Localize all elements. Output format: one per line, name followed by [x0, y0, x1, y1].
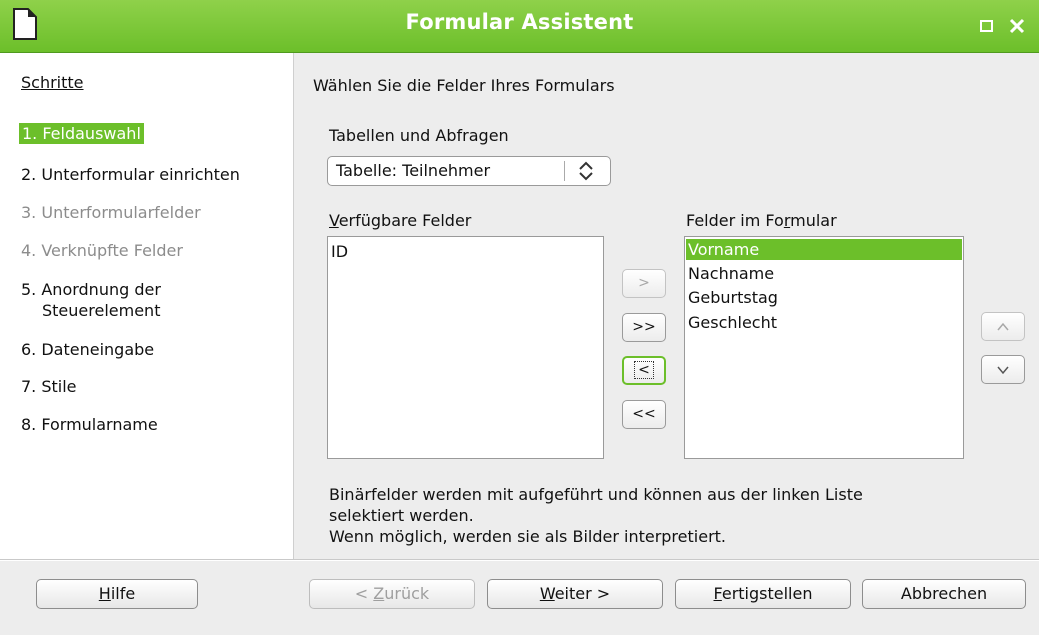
move-down-button[interactable]: [981, 355, 1025, 384]
step-form-name[interactable]: 8. Formularname: [21, 414, 158, 435]
steps-heading: Schritte: [21, 73, 84, 92]
footer-divider-highlight: [0, 560, 1039, 561]
remove-field-button[interactable]: <: [622, 356, 666, 385]
step-control-arrangement-line2: Steuerelement: [42, 301, 161, 320]
help-button[interactable]: Hilfe: [36, 579, 198, 609]
available-fields-label: Verfügbare Felder: [329, 211, 472, 230]
list-item[interactable]: Vorname: [686, 239, 962, 260]
chevron-down-icon: [997, 366, 1009, 375]
list-item[interactable]: Geburtstag: [688, 287, 778, 308]
table-select[interactable]: Tabelle: Teilnehmer: [327, 156, 611, 186]
combo-separator: [564, 161, 565, 181]
step-control-arrangement-line1: 5. Anordnung der: [21, 280, 161, 299]
cancel-button[interactable]: Abbrechen: [862, 579, 1026, 609]
available-fields-list[interactable]: ID: [327, 236, 604, 459]
binary-fields-info: Binärfelder werden mit aufgeführt und kö…: [329, 485, 863, 546]
step-control-arrangement[interactable]: 5. Anordnung der Steuerelement: [21, 279, 161, 321]
step-linked-fields: 4. Verknüpfte Felder: [21, 241, 183, 260]
back-button[interactable]: < Zurück: [309, 579, 475, 609]
step-field-selection[interactable]: 1. Feldauswahl: [19, 123, 144, 144]
step-subform-setup[interactable]: 2. Unterformular einrichten: [21, 164, 240, 185]
add-all-fields-button[interactable]: >>: [622, 313, 666, 342]
steps-sidebar: Schritte 1. Feldauswahl 2. Unterformular…: [0, 53, 294, 559]
window-title: Formular Assistent: [405, 10, 634, 34]
form-fields-label: Felder im Formular: [686, 211, 837, 230]
step-styles[interactable]: 7. Stile: [21, 376, 77, 397]
remove-all-fields-button[interactable]: <<: [622, 400, 666, 429]
list-item[interactable]: Nachname: [688, 263, 774, 284]
page-heading: Wählen Sie die Felder Ihres Formulars: [313, 76, 615, 95]
list-item[interactable]: Geschlecht: [688, 312, 777, 333]
move-up-button[interactable]: [981, 312, 1025, 341]
step-subform-fields: 3. Unterformularfelder: [21, 203, 201, 222]
maximize-icon[interactable]: [978, 17, 996, 35]
updown-chevron-icon: [579, 161, 593, 181]
chevron-up-icon: [997, 322, 1009, 331]
next-button[interactable]: Weiter >: [487, 579, 663, 609]
add-field-button[interactable]: >: [622, 269, 666, 298]
form-fields-list[interactable]: Vorname Nachname Geburtstag Geschlecht: [684, 236, 964, 459]
table-select-value: Tabelle: Teilnehmer: [336, 161, 491, 180]
tables-queries-label: Tabellen und Abfragen: [329, 126, 509, 145]
finish-button[interactable]: Fertigstellen: [675, 579, 851, 609]
step-data-entry[interactable]: 6. Dateneingabe: [21, 339, 154, 360]
close-icon[interactable]: [1008, 17, 1026, 35]
title-bar: Formular Assistent: [0, 0, 1039, 53]
list-item[interactable]: ID: [331, 241, 348, 262]
